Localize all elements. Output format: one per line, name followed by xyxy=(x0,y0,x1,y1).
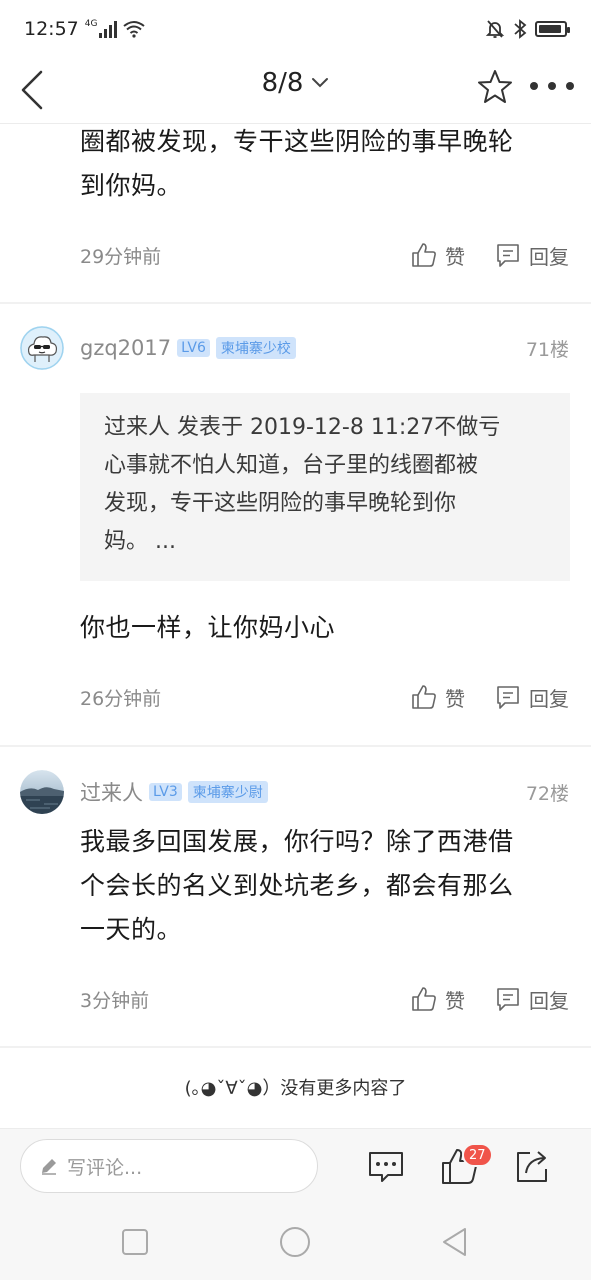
username[interactable]: gzq2017 xyxy=(80,336,171,360)
system-nav-bar xyxy=(0,1204,591,1280)
like-label: 赞 xyxy=(445,988,465,1013)
comment-text: 圈都被发现，专干这些阴险的事早晚轮 到你妈。 xyxy=(80,120,570,208)
like-button[interactable]: 赞 xyxy=(411,241,465,270)
end-of-list-message: (｡◕ˇ∀ˇ◕）没有更多内容了 xyxy=(184,1078,407,1099)
reply-bubble-icon xyxy=(497,988,519,1011)
nav-bar: 8/8 xyxy=(0,58,591,124)
avatar[interactable] xyxy=(20,326,64,370)
comment-text-line: 个会长的名义到处坑老乡，都会有那么 xyxy=(80,871,514,900)
like-button[interactable]: 赞 xyxy=(411,683,465,712)
comment-text-line: 一天的。 xyxy=(80,915,183,944)
comment-text-line: 我最多回国发展，你行吗？除了西港借 xyxy=(80,827,514,856)
comment-text: 你也一样，让你妈小心 xyxy=(80,606,570,650)
quote-line: 过来人 发表于 2019-12-8 11:27不做亏 xyxy=(104,415,501,440)
reply-button[interactable]: 回复 xyxy=(495,683,569,712)
comment-header: 过来人 LV3 柬埔寨少尉 72楼 xyxy=(20,770,569,814)
comment-input-placeholder: 写评论... xyxy=(67,1156,143,1179)
reply-bubble-icon xyxy=(497,244,519,267)
status-bar: 12:57 4G xyxy=(0,0,591,58)
circle-icon xyxy=(280,1227,310,1257)
comment-text-line: 你也一样，让你妈小心 xyxy=(80,613,336,642)
comment-text: 我最多回国发展，你行吗？除了西港借 个会长的名义到处坑老乡，都会有那么 一天的。 xyxy=(80,820,570,952)
username[interactable]: 过来人 xyxy=(80,777,143,807)
cloud-avatar-icon xyxy=(20,326,64,370)
system-back-button[interactable] xyxy=(437,1224,473,1260)
reply-button[interactable]: 回复 xyxy=(495,241,569,270)
status-time: 12:57 xyxy=(24,18,79,40)
reply-bubble-icon xyxy=(497,686,519,709)
comment-text-line: 到你妈。 xyxy=(80,171,183,200)
more-dot-icon xyxy=(530,82,538,90)
bluetooth-icon xyxy=(514,19,527,39)
comment-header: gzq2017 LV6 柬埔寨少校 71楼 xyxy=(20,326,569,370)
landscape-avatar-icon xyxy=(20,770,64,814)
bottom-bar: 写评论... xyxy=(0,1128,591,1204)
comment-separator xyxy=(0,1046,591,1048)
square-icon xyxy=(122,1229,148,1255)
like-label: 赞 xyxy=(445,244,465,269)
more-button[interactable] xyxy=(530,76,574,96)
reply-button[interactable]: 回复 xyxy=(495,985,569,1014)
rank-badge: 柬埔寨少校 xyxy=(215,337,296,359)
chevron-down-icon xyxy=(312,78,329,88)
recent-apps-button[interactable] xyxy=(117,1224,153,1260)
floor-number: 72楼 xyxy=(525,782,569,805)
comment-time: 29分钟前 xyxy=(80,245,162,268)
wifi-icon xyxy=(123,21,146,38)
triangle-back-icon xyxy=(443,1228,466,1256)
reply-label: 回复 xyxy=(529,686,569,711)
like-label: 赞 xyxy=(445,686,465,711)
signal-icon: 4G xyxy=(85,20,118,38)
comment-meta: 29分钟前 赞 回复 xyxy=(80,240,569,270)
like-button[interactable]: 赞 xyxy=(411,985,465,1014)
comment-time: 3分钟前 xyxy=(80,989,150,1012)
comment-separator xyxy=(0,302,591,304)
status-left: 12:57 4G xyxy=(24,18,146,40)
pencil-icon xyxy=(42,1159,56,1175)
comment-dots-icon xyxy=(369,1152,403,1182)
comment-separator xyxy=(0,745,591,747)
thumb-up-icon xyxy=(412,243,436,267)
network-type: 4G xyxy=(84,19,98,29)
star-icon xyxy=(478,70,512,103)
thumb-up-icon xyxy=(412,987,436,1011)
status-right xyxy=(485,19,570,39)
quote-line: 发现，专干这些阴险的事早晚轮到你 xyxy=(104,491,457,516)
like-count-badge: 27 xyxy=(462,1143,493,1167)
mute-bell-icon xyxy=(485,20,505,38)
quote-block[interactable]: 过来人 发表于 2019-12-8 11:27不做亏 心事就不怕人知道，台子里的… xyxy=(80,393,570,581)
more-dot-icon xyxy=(566,82,574,90)
thumb-up-icon xyxy=(412,685,436,709)
favorite-button[interactable] xyxy=(474,66,516,108)
comment-text-line: 圈都被发现，专干这些阴险的事早晚轮 xyxy=(80,127,514,156)
rank-badge: 柬埔寨少尉 xyxy=(187,781,268,803)
quote-line: 心事就不怕人知道，台子里的线圈都被 xyxy=(104,453,479,478)
comment-meta: 3分钟前 赞 回复 xyxy=(80,984,569,1014)
comment-input[interactable]: 写评论... xyxy=(20,1139,318,1193)
more-dot-icon xyxy=(548,82,556,90)
comment-time: 26分钟前 xyxy=(80,687,162,710)
reply-label: 回复 xyxy=(529,244,569,269)
home-button[interactable] xyxy=(277,1224,313,1260)
level-badge: LV3 xyxy=(149,783,182,801)
quote-line: 妈。 ... xyxy=(104,529,176,554)
level-badge: LV6 xyxy=(177,339,210,357)
share-icon xyxy=(517,1151,547,1182)
comment-meta: 26分钟前 赞 回复 xyxy=(80,682,569,712)
page-indicator: 8/8 xyxy=(261,68,304,98)
comments-button[interactable] xyxy=(366,1147,406,1187)
reply-label: 回复 xyxy=(529,988,569,1013)
battery-icon xyxy=(535,21,570,37)
share-button[interactable] xyxy=(512,1147,552,1187)
floor-number: 71楼 xyxy=(525,338,569,361)
avatar[interactable] xyxy=(20,770,64,814)
